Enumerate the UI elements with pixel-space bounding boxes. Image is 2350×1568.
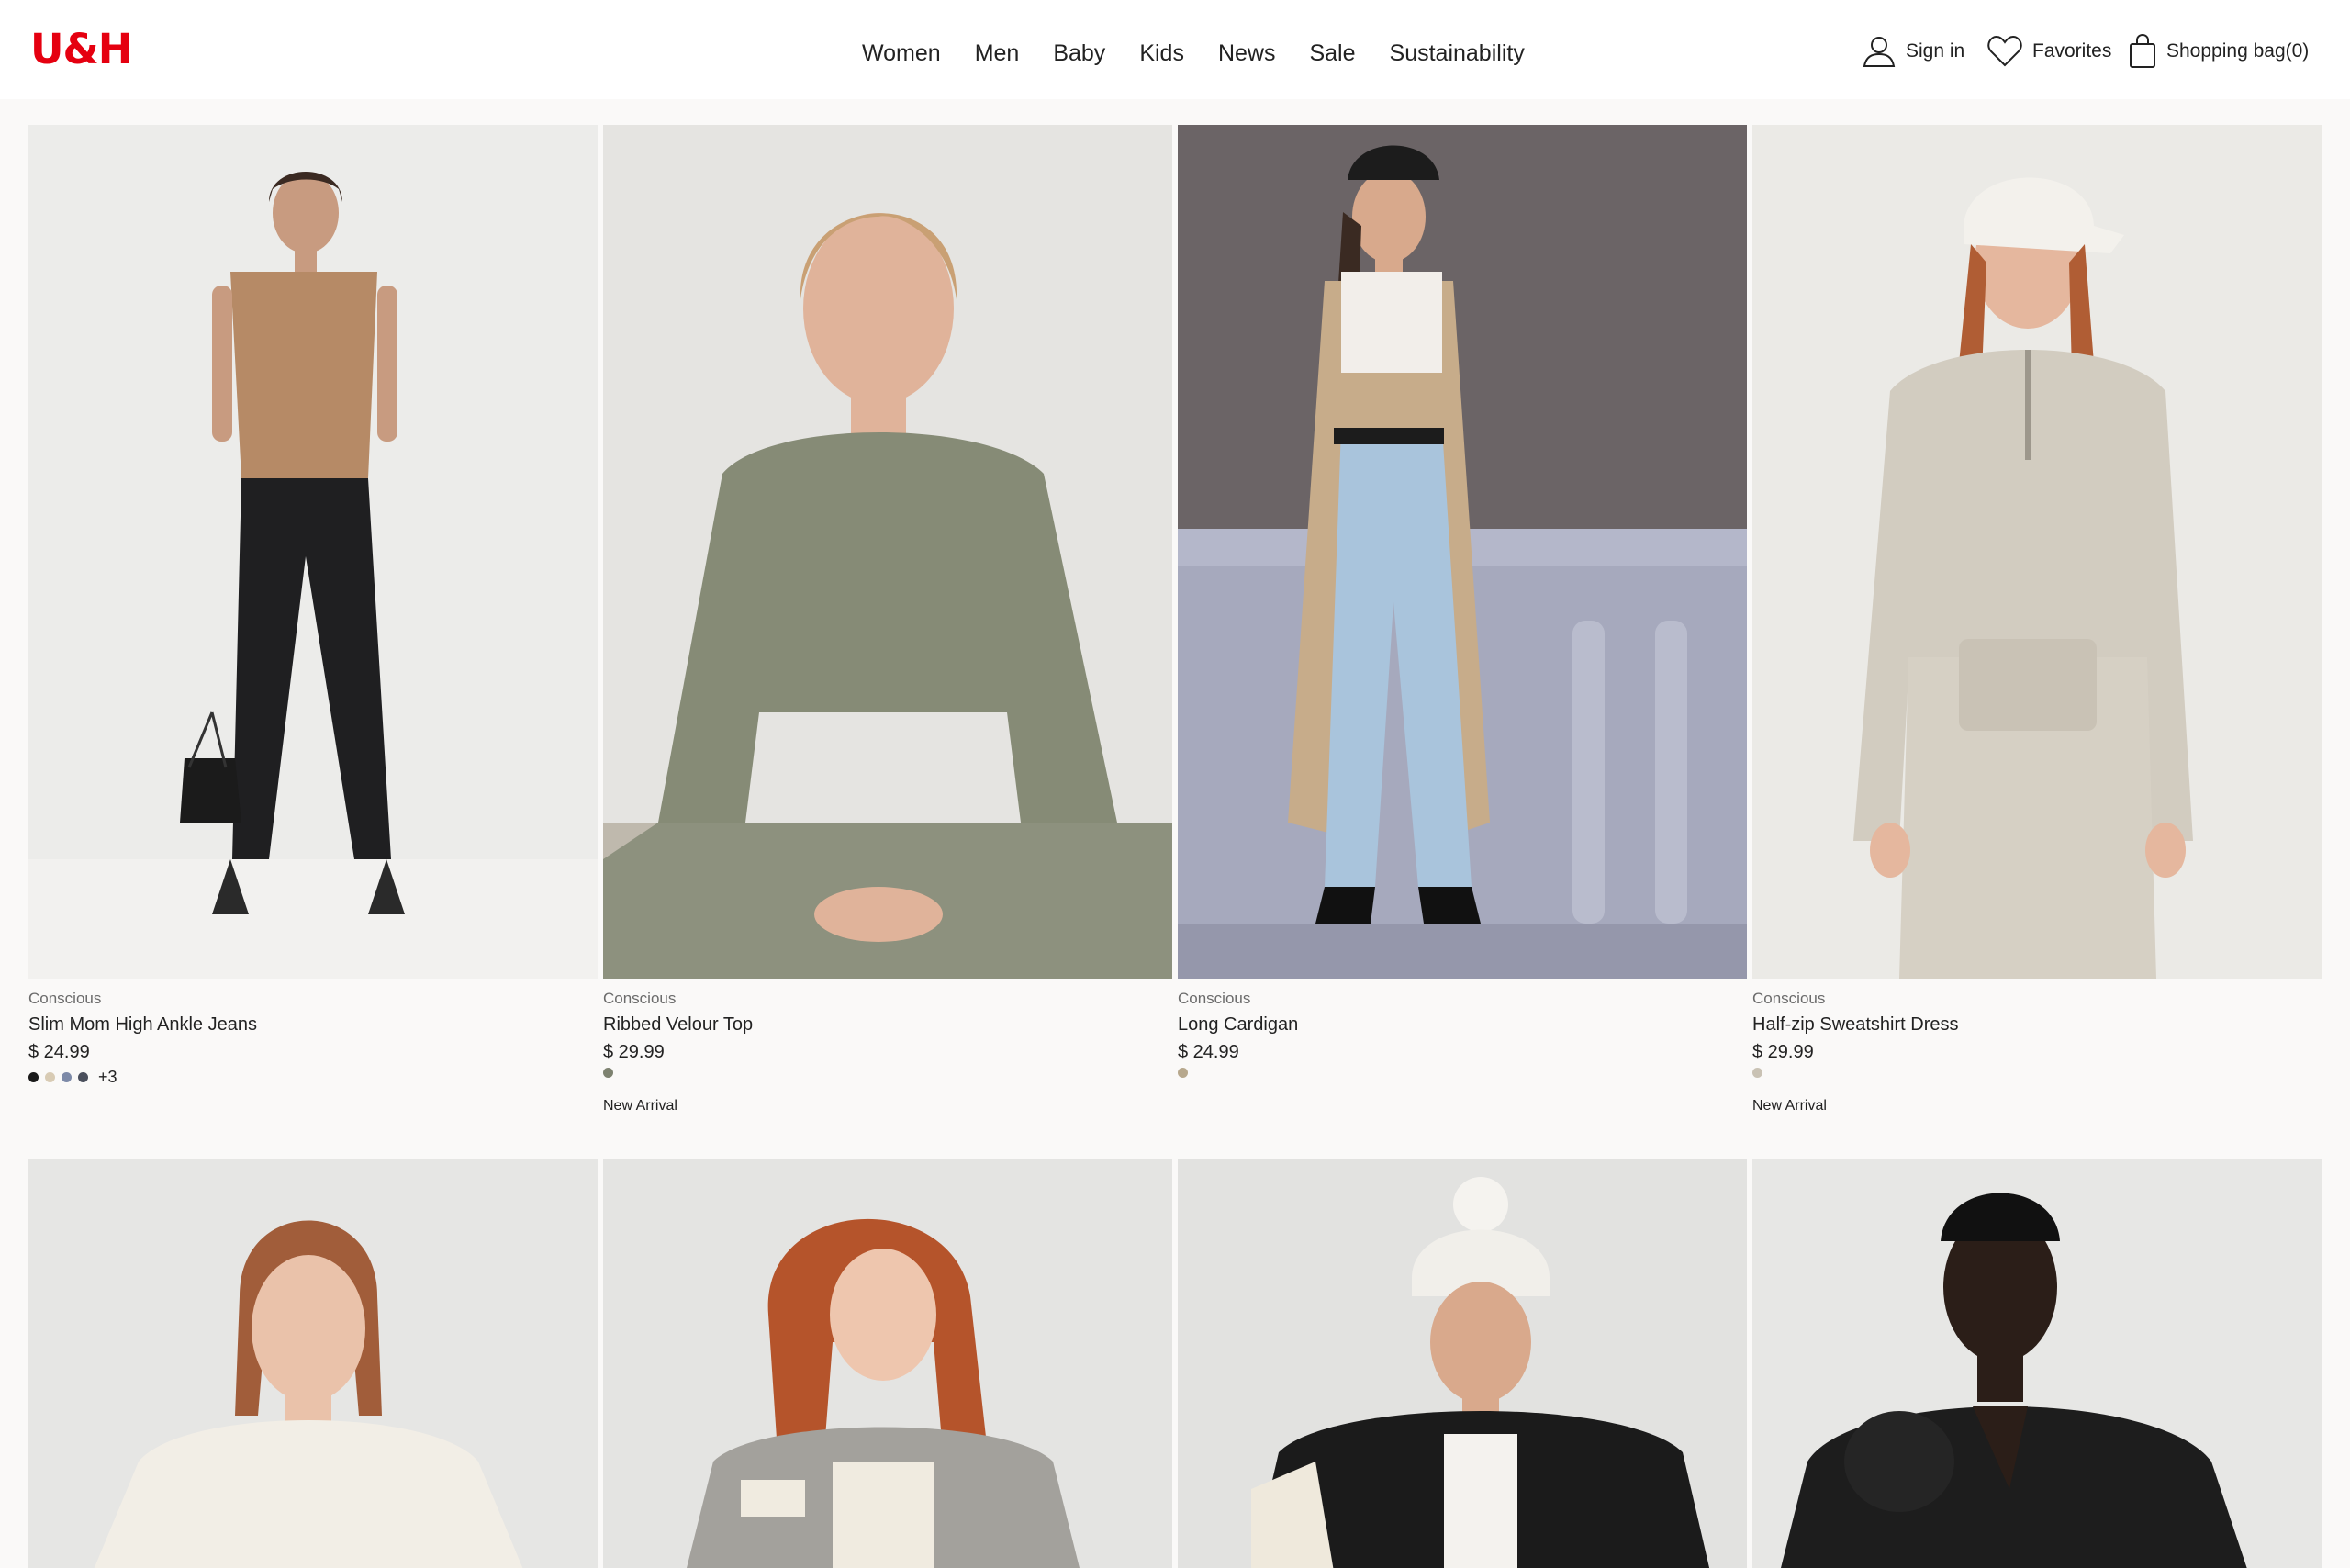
product-card[interactable] <box>1752 1159 2322 1568</box>
site-header: U&H Women Men Baby Kids News Sale Sustai… <box>0 0 2350 99</box>
product-card[interactable] <box>1178 1159 1747 1568</box>
color-swatch[interactable] <box>78 1072 88 1082</box>
product-price: $ 29.99 <box>1752 1042 1814 1062</box>
new-arrival-badge: New Arrival <box>1752 1098 1827 1114</box>
product-label: Conscious <box>1178 990 1251 1007</box>
product-card[interactable]: Conscious Half-zip Sweatshirt Dress $ 29… <box>1752 125 2322 1126</box>
product-card[interactable]: Conscious Slim Mom High Ankle Jeans $ 24… <box>28 125 598 1126</box>
color-swatch[interactable] <box>62 1072 72 1082</box>
product-label: Conscious <box>603 990 677 1007</box>
nav-baby[interactable]: Baby <box>1053 35 1105 72</box>
product-image[interactable] <box>1752 1159 2322 1568</box>
user-icon <box>1862 34 1897 69</box>
new-arrival-badge: New Arrival <box>603 1098 677 1114</box>
product-image[interactable] <box>603 1159 1172 1568</box>
color-swatch[interactable] <box>603 1068 613 1078</box>
product-image[interactable] <box>1178 125 1747 979</box>
color-swatches <box>603 1068 620 1078</box>
nav-sale[interactable]: Sale <box>1309 35 1355 72</box>
color-swatches <box>1178 1068 1194 1078</box>
sign-in-label: Sign in <box>1906 40 1965 62</box>
nav-women[interactable]: Women <box>862 35 941 72</box>
color-swatch[interactable] <box>45 1072 55 1082</box>
nav-sustainability[interactable]: Sustainability <box>1390 35 1525 72</box>
favorites-link[interactable]: Favorites <box>1986 31 2111 72</box>
favorites-label: Favorites <box>2032 40 2112 62</box>
product-image[interactable] <box>1752 125 2322 979</box>
heart-icon <box>1986 34 2023 69</box>
shopping-bag-label: Shopping bag(0) <box>2166 40 2310 62</box>
product-price: $ 24.99 <box>28 1042 90 1062</box>
product-image[interactable] <box>1178 1159 1747 1568</box>
color-swatch[interactable] <box>1178 1068 1188 1078</box>
product-card[interactable]: Conscious Ribbed Velour Top $ 29.99 New … <box>603 125 1172 1126</box>
product-image[interactable] <box>603 125 1172 979</box>
brand-logo[interactable]: U&H <box>30 26 132 73</box>
product-price: $ 24.99 <box>1178 1042 1239 1062</box>
sign-in-link[interactable]: Sign in <box>1862 31 1964 72</box>
nav-kids[interactable]: Kids <box>1139 35 1184 72</box>
product-card[interactable]: Conscious Long Cardigan $ 24.99 <box>1178 125 1747 1126</box>
product-card[interactable] <box>603 1159 1172 1568</box>
color-swatches <box>1752 1068 1769 1078</box>
product-name[interactable]: Ribbed Velour Top <box>603 1014 753 1036</box>
nav-men[interactable]: Men <box>975 35 1020 72</box>
product-card[interactable] <box>28 1159 598 1568</box>
nav-news[interactable]: News <box>1218 35 1276 72</box>
shopping-bag-icon <box>2128 34 2157 69</box>
product-name[interactable]: Slim Mom High Ankle Jeans <box>28 1014 257 1036</box>
product-name[interactable]: Half-zip Sweatshirt Dress <box>1752 1014 1959 1036</box>
product-label: Conscious <box>28 990 102 1007</box>
color-swatch[interactable] <box>28 1072 39 1082</box>
more-colors[interactable]: +3 <box>98 1068 118 1087</box>
product-name[interactable]: Long Cardigan <box>1178 1014 1298 1036</box>
product-image[interactable] <box>28 125 598 979</box>
shopping-bag-link[interactable]: Shopping bag(0) <box>2128 31 2309 72</box>
color-swatches: +3 <box>28 1068 118 1087</box>
main-nav: Women Men Baby Kids News Sale Sustainabi… <box>862 35 1525 72</box>
product-label: Conscious <box>1752 990 1826 1007</box>
color-swatch[interactable] <box>1752 1068 1762 1078</box>
product-image[interactable] <box>28 1159 598 1568</box>
product-price: $ 29.99 <box>603 1042 665 1062</box>
